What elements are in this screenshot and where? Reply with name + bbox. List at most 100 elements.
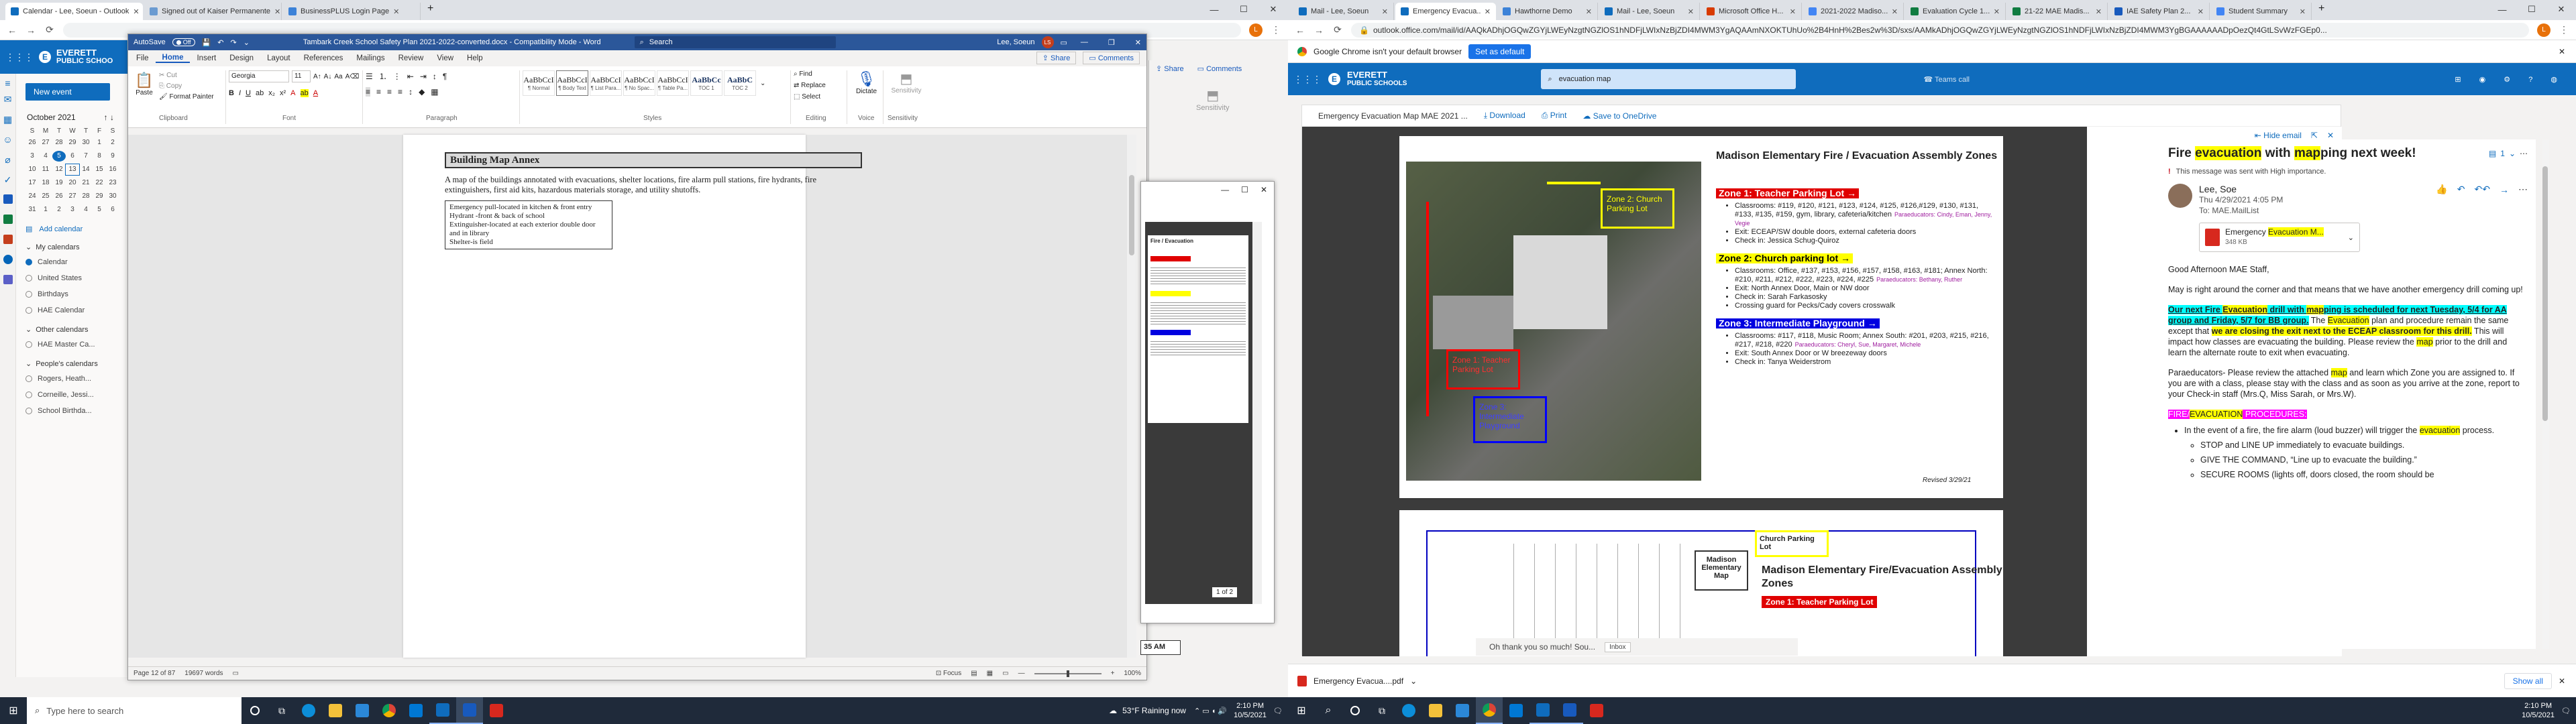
minimize-icon[interactable]: — (1081, 38, 1088, 46)
italic-icon[interactable]: I (239, 89, 241, 97)
style-gallery-item[interactable]: AaBbCcI ¶ List Para... (590, 70, 622, 96)
teams-app-icon[interactable] (0, 275, 15, 295)
word-taskbar-icon[interactable] (456, 697, 483, 724)
url-field[interactable]: 🔒 outlook.office.com/mail/id/AAQkADhjOGQw… (1351, 22, 2529, 38)
clear-format-icon[interactable]: A⌫ (345, 73, 360, 80)
paperclip-icon[interactable]: ⌀ (0, 154, 15, 174)
excel-app-icon[interactable] (0, 215, 15, 235)
word-count[interactable]: 19697 words (184, 670, 223, 677)
pdf-page-2[interactable]: Madison Elementary Map Church Parking Lo… (1399, 510, 2003, 656)
calendar-item[interactable]: United States (25, 270, 127, 286)
task-view-icon[interactable]: ⧉ (268, 697, 295, 724)
back-icon[interactable]: ← (1295, 25, 1305, 36)
close-tab-icon[interactable]: ✕ (1382, 7, 1388, 16)
minimize-icon[interactable]: — (1199, 0, 1229, 19)
windows-start-icon[interactable]: ⊞ (1288, 697, 1315, 724)
ribbon-tab-review[interactable]: Review (392, 54, 431, 62)
close-tab-icon[interactable]: ✕ (393, 7, 399, 16)
app-launcher-icon[interactable]: ⋮⋮⋮ (5, 52, 34, 63)
add-calendar-link[interactable]: ▤ Add calendar (25, 225, 127, 234)
day-cell[interactable]: 24 (25, 191, 39, 202)
edge-icon[interactable] (1395, 697, 1422, 724)
word-app-icon[interactable] (0, 194, 15, 215)
text-effects-icon[interactable]: A (290, 89, 295, 97)
weather-widget[interactable]: ☁ 53°F Raining now (1109, 706, 1186, 715)
day-cell[interactable]: 27 (66, 191, 79, 202)
right-tab-0[interactable]: Mail - Lee, Soeun ✕ (1293, 3, 1394, 20)
chevron-down-icon[interactable]: ⌄ (1410, 676, 1417, 686)
day-cell[interactable]: 22 (93, 178, 106, 188)
superscript-icon[interactable]: x² (280, 89, 286, 97)
day-cell[interactable]: 29 (66, 137, 79, 148)
sender-avatar[interactable] (2168, 184, 2192, 208)
day-cell[interactable]: 28 (52, 137, 66, 148)
more-icon[interactable]: ⋯ (2520, 149, 2528, 158)
proofing-icon[interactable]: ▭ (233, 670, 239, 677)
toast-inbox-button[interactable]: Inbox (1605, 642, 1631, 652)
style-gallery-item[interactable]: AaBbCcI ¶ Normal (523, 70, 555, 96)
sensitivity-2[interactable]: ⬒ Sensitivity (1196, 87, 1230, 112)
calendar-item[interactable]: Birthdays (25, 286, 127, 302)
close-tab-icon[interactable]: ✕ (133, 7, 139, 16)
word-taskbar-icon[interactable] (1556, 697, 1583, 724)
print-layout-icon[interactable]: ▦ (987, 670, 993, 677)
header-actions[interactable]: ⊞ ◉ ⚙ ? ◍ (2455, 75, 2565, 84)
right-tab-8[interactable]: IAE Safety Plan 2... ✕ (2109, 3, 2210, 20)
subscript-icon[interactable]: x₂ (268, 89, 275, 97)
left-tab-0[interactable]: Calendar - Lee, Soeun - Outlook ✕ (5, 3, 143, 20)
comments-button-2[interactable]: ▭ Comments (1197, 64, 1242, 73)
calendar-item[interactable]: HAE Master Ca... (25, 337, 127, 353)
decrease-indent-icon[interactable]: ⇤ (407, 72, 414, 81)
align-right-icon[interactable]: ≡ (387, 87, 392, 97)
chrome-icon[interactable] (376, 697, 402, 724)
comments-button[interactable]: ▭ Comments (1083, 52, 1140, 64)
copy-button[interactable]: ⎘ Copy (159, 82, 182, 90)
ribbon-display-icon[interactable]: ▭ (1061, 38, 1067, 47)
sender-name[interactable]: Lee, Soe (2199, 184, 2283, 194)
close-icon[interactable]: ✕ (1258, 0, 1288, 19)
day-cell[interactable]: 4 (79, 204, 93, 215)
close-tab-icon[interactable]: ✕ (274, 7, 280, 16)
like-icon[interactable]: 👍 (2436, 184, 2447, 195)
day-cell[interactable]: 2 (106, 137, 119, 148)
right-tab-3[interactable]: Mail - Lee, Soeun ✕ (1599, 3, 1700, 20)
day-cell[interactable]: 7 (79, 151, 93, 162)
day-cell[interactable]: 20 (66, 178, 79, 188)
sensitivity-icon[interactable]: ⬒ (886, 70, 926, 87)
email-scrollbar-thumb[interactable] (2542, 166, 2548, 421)
day-cell[interactable]: 21 (79, 178, 93, 188)
web-layout-icon[interactable]: ▭ (1002, 670, 1008, 677)
close-icon[interactable]: ✕ (1260, 185, 1267, 194)
day-cell[interactable]: 10 (25, 164, 39, 175)
app-launcher-icon[interactable]: ⋮⋮⋮ (1293, 74, 1322, 85)
day-cell[interactable]: 17 (25, 178, 39, 188)
maximize-icon[interactable]: ☐ (2517, 0, 2546, 19)
multilevel-list-icon[interactable]: ⋮ (393, 72, 401, 81)
menu-icon[interactable]: ⋮ (1271, 24, 1281, 36)
mail-taskbar-icon[interactable] (402, 697, 429, 724)
mail-search-box[interactable]: ⌕ evacuation map (1541, 69, 1796, 89)
read-mode-icon[interactable]: ▤ (971, 670, 977, 677)
download-file-name[interactable]: Emergency Evacua....pdf (1313, 676, 1403, 686)
todo-icon[interactable]: ✓ (0, 174, 15, 194)
zoom-level[interactable]: 100% (1124, 670, 1141, 677)
right-tab-9[interactable]: Student Summary ✕ (2211, 3, 2312, 20)
file-explorer-icon[interactable] (322, 697, 349, 724)
share-button[interactable]: ⇪ Share (1036, 52, 1077, 64)
day-cell[interactable]: 12 (52, 164, 66, 175)
day-cell[interactable]: 23 (106, 178, 119, 188)
day-cell[interactable]: 14 (79, 164, 93, 175)
day-cell[interactable]: 25 (39, 191, 52, 202)
day-cell[interactable]: 26 (52, 191, 66, 202)
teams-call-button[interactable]: ☎ Teams call (1923, 75, 1970, 84)
bullets-icon[interactable]: ☰ (366, 72, 373, 81)
print-button[interactable]: ⎙ Print (1542, 111, 1567, 121)
email-scrollbar[interactable] (2542, 139, 2549, 649)
other-calendars-header[interactable]: ⌄ Other calendars (25, 325, 127, 335)
powerpoint-app-icon[interactable] (0, 235, 15, 255)
day-cell[interactable]: 6 (66, 151, 79, 162)
thread-count[interactable]: ▤ 1 ⌄ ⋯ (2489, 149, 2528, 158)
tray-icons[interactable]: ⌃ ▭ ◖ 🔊 (1194, 707, 1227, 715)
format-painter-button[interactable]: 🖌 Format Painter (159, 93, 214, 101)
pdf-page-1[interactable]: Zone 2: Church Parking Lot Zone 1: Teach… (1399, 136, 2003, 498)
